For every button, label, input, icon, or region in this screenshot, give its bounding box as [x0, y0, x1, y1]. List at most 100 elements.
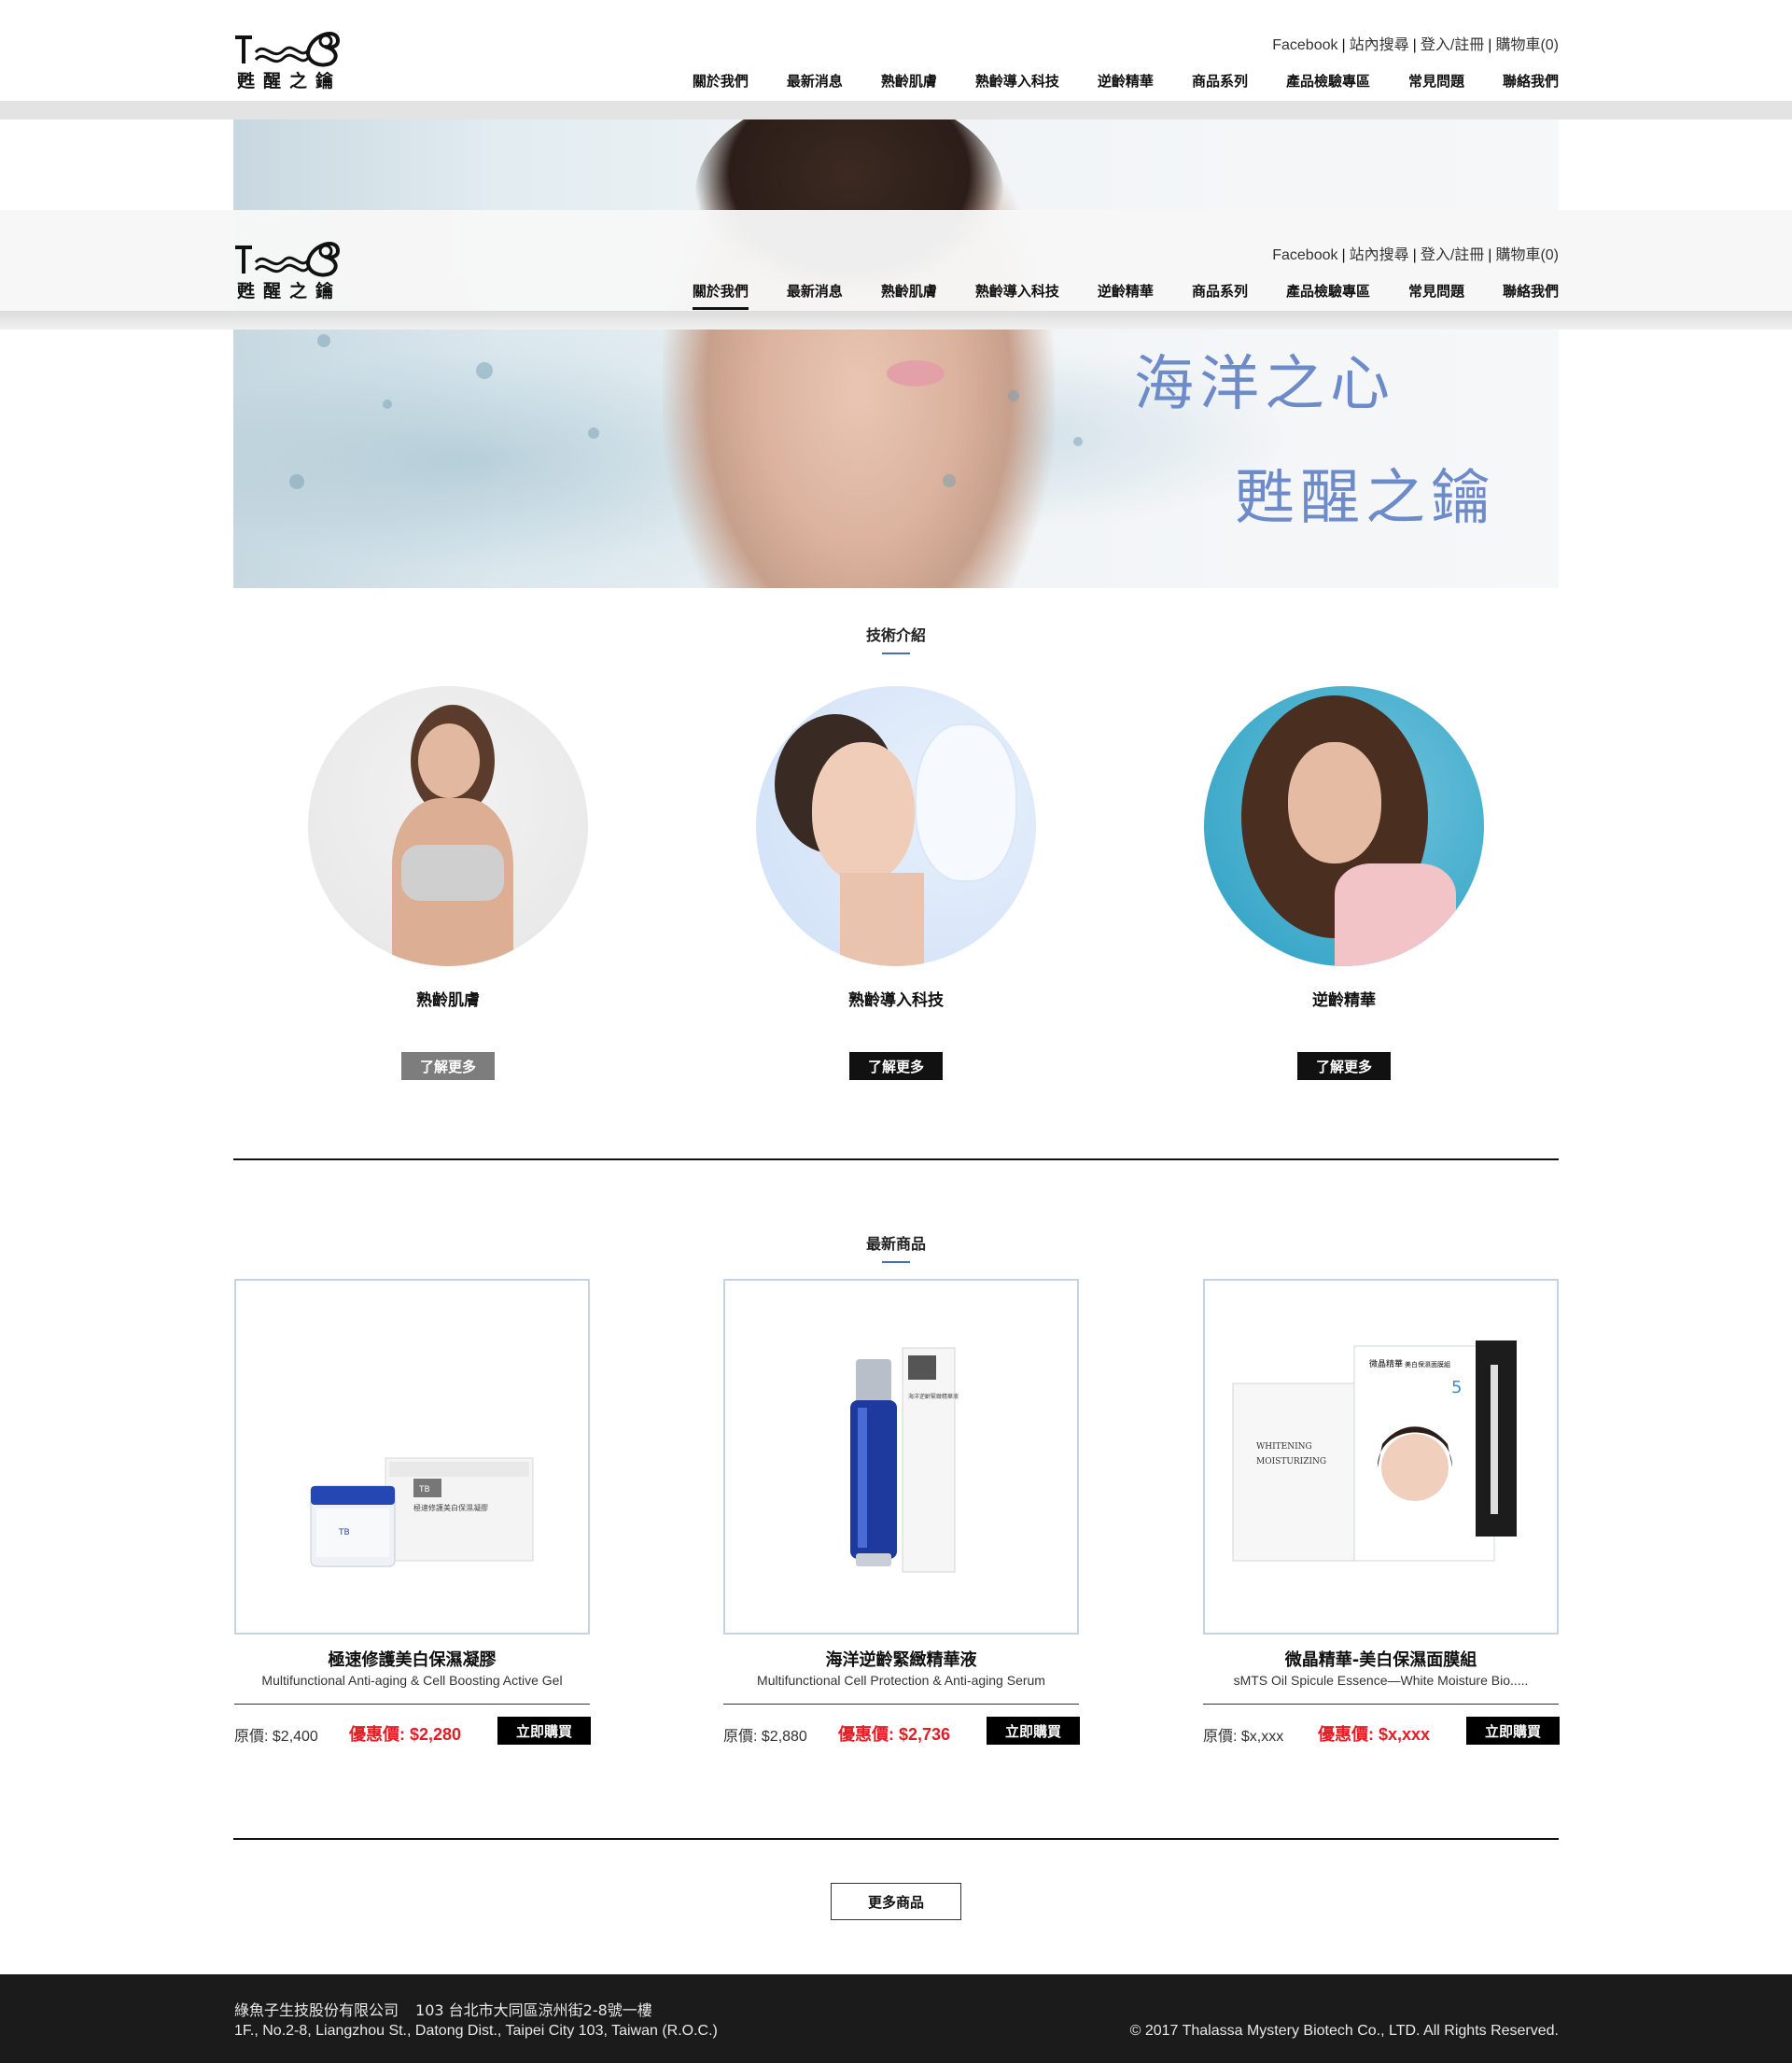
site-header: 甦醒之鑰 Facebook | 站內搜尋 | 登入/註冊 | 購物車(0) 關於我們 最新消… — [0, 0, 1792, 101]
brand-logo-text: 甦醒之鑰 — [237, 71, 343, 91]
tech-image-intro-tech[interactable] — [756, 686, 1036, 966]
nav-contact[interactable]: 聯絡我們 — [1503, 281, 1559, 310]
nav-about[interactable]: 關於我們 — [692, 281, 749, 310]
nav-essence[interactable]: 逆齡精華 — [1098, 281, 1154, 310]
section-divider — [233, 1158, 1559, 1160]
tech-card: 逆齡精華 了解更多 — [1204, 686, 1484, 1080]
nav-essence[interactable]: 逆齡精華 — [1098, 71, 1154, 100]
buy-now-button[interactable]: 立即購買 — [1466, 1717, 1560, 1745]
tech-card: 熟齡導入科技 了解更多 — [756, 686, 1036, 1080]
main-nav: 關於我們 最新消息 熟齡肌膚 熟齡導入科技 逆齡精華 商品系列 產品檢驗專區 常… — [654, 71, 1559, 100]
svg-text:海洋逆齡緊緻精華液: 海洋逆齡緊緻精華液 — [908, 1393, 959, 1400]
sale-price: 優惠價: $2,736 — [838, 1725, 951, 1744]
footer-address-zh: 103 台北市大同區涼州街2-8號一樓 — [415, 2001, 652, 2019]
buy-now-button[interactable]: 立即購買 — [497, 1717, 591, 1745]
product-image-mask-set[interactable]: WHITENING MOISTURIZING 微晶精華 美白保濕面膜組 5 — [1203, 1279, 1559, 1635]
facebook-link[interactable]: Facebook — [1272, 37, 1337, 53]
nav-tech[interactable]: 熟齡導入科技 — [975, 71, 1059, 100]
product-image-gel[interactable]: TB 極速修護美白保濕凝膠 TB — [234, 1279, 590, 1635]
nav-news[interactable]: 最新消息 — [787, 281, 843, 310]
site-footer: 綠魚子生技股份有限公司 103 台北市大同區涼州街2-8號一樓 1F., No.2… — [0, 1974, 1792, 2063]
sticky-header: 甦醒之鑰 Facebook | 站內搜尋 | 登入/註冊 | 購物車(0) 關於我們 最新消… — [0, 210, 1792, 311]
svg-text:美白保濕面膜組: 美白保濕面膜組 — [1405, 1360, 1450, 1368]
nav-tech[interactable]: 熟齡導入科技 — [975, 281, 1059, 310]
original-price: 原價: $2,400 — [234, 1729, 318, 1745]
hero-slogan-line1: 海洋之心 — [1134, 350, 1395, 419]
product-name-en: Multifunctional Cell Protection & Anti-a… — [757, 1673, 1045, 1688]
title-underline — [882, 1261, 910, 1263]
product-image-serum[interactable]: 海洋逆齡緊緻精華液 — [723, 1279, 1079, 1635]
site-search-link[interactable]: 站內搜尋 — [1350, 247, 1409, 263]
product-name[interactable]: 海洋逆齡緊緻精華液 — [723, 1647, 1079, 1671]
nav-inspection[interactable]: 產品檢驗專區 — [1286, 71, 1370, 100]
hero-banner: 海洋之心 甦醒之鑰 — [233, 119, 1559, 588]
nav-faq[interactable]: 常見問題 — [1408, 281, 1464, 310]
nav-products[interactable]: 商品系列 — [1192, 71, 1248, 100]
product-name-en: Multifunctional Anti-aging & Cell Boosti… — [261, 1673, 563, 1688]
original-price: 原價: $x,xxx — [1203, 1729, 1284, 1745]
tech-image-anti-aging[interactable] — [1204, 686, 1484, 966]
cart-link[interactable]: 購物車(0) — [1495, 247, 1559, 263]
water-drop — [317, 334, 330, 347]
tech-card: 熟齡肌膚 了解更多 — [308, 686, 588, 1080]
section-divider — [233, 1838, 1559, 1840]
water-drop — [289, 474, 304, 489]
svg-text:微晶精華: 微晶精華 — [1369, 1358, 1403, 1369]
product-card: TB 極速修護美白保濕凝膠 TB 極速修護美白保濕凝膠 Multifunctio… — [234, 1279, 594, 1746]
tech-label: 熟齡導入科技 — [848, 991, 944, 1010]
nav-inspection[interactable]: 產品檢驗專區 — [1286, 281, 1370, 310]
sale-price: 優惠價: $x,xxx — [1318, 1725, 1431, 1744]
water-drop — [943, 474, 956, 487]
nav-mature-skin[interactable]: 熟齡肌膚 — [881, 281, 937, 310]
svg-text:TB: TB — [338, 1528, 350, 1537]
product-name[interactable]: 微晶精華-美白保濕面膜組 — [1203, 1647, 1559, 1671]
water-drop — [588, 428, 599, 439]
tech-section-title-text: 技術介紹 — [865, 626, 926, 644]
svg-text:TB: TB — [418, 1485, 430, 1495]
svg-text:WHITENING: WHITENING — [1256, 1442, 1312, 1452]
footer-address-en: 1F., No.2-8, Liangzhou St., Datong Dist.… — [234, 2023, 718, 2039]
top-links: Facebook | 站內搜尋 | 登入/註冊 | 購物車(0) — [1272, 247, 1559, 263]
main-nav: 關於我們 最新消息 熟齡肌膚 熟齡導入科技 逆齡精華 商品系列 產品檢驗專區 常… — [654, 281, 1559, 310]
learn-more-button[interactable]: 了解更多 — [401, 1052, 495, 1080]
login-register-link[interactable]: 登入/註冊 — [1421, 247, 1484, 263]
header-shadow-bar — [0, 101, 1792, 119]
nav-mature-skin[interactable]: 熟齡肌膚 — [881, 71, 937, 100]
brand-logo[interactable]: 甦醒之鑰 — [233, 17, 345, 91]
svg-text:極速修護美白保濕凝膠: 極速修護美白保濕凝膠 — [413, 1503, 488, 1512]
tech-label: 熟齡肌膚 — [416, 991, 480, 1010]
top-links: Facebook | 站內搜尋 | 登入/註冊 | 購物車(0) — [1272, 37, 1559, 53]
nav-contact[interactable]: 聯絡我們 — [1503, 71, 1559, 100]
learn-more-button[interactable]: 了解更多 — [1297, 1052, 1391, 1080]
login-register-link[interactable]: 登入/註冊 — [1421, 37, 1484, 53]
header-shadow-bar — [0, 311, 1792, 330]
model-lips — [887, 360, 945, 386]
product-name[interactable]: 極速修護美白保濕凝膠 — [234, 1647, 590, 1671]
more-products-button[interactable]: 更多商品 — [831, 1883, 961, 1920]
footer-copyright: © 2017 Thalassa Mystery Biotech Co., LTD… — [1129, 2023, 1559, 2039]
water-drop — [1008, 390, 1019, 401]
product-card: 海洋逆齡緊緻精華液 海洋逆齡緊緻精華液 Multifunctional Cell… — [723, 1279, 1083, 1746]
products-section-title-text: 最新商品 — [865, 1235, 926, 1253]
sale-price: 優惠價: $2,280 — [349, 1725, 462, 1744]
footer-company: 綠魚子生技股份有限公司 — [234, 2001, 399, 2019]
brand-logo[interactable]: 甦醒之鑰 — [233, 227, 345, 302]
facebook-link[interactable]: Facebook — [1272, 247, 1337, 263]
svg-text:5: 5 — [1451, 1378, 1462, 1397]
product-rule — [234, 1704, 590, 1705]
nav-faq[interactable]: 常見問題 — [1408, 71, 1464, 100]
nav-news[interactable]: 最新消息 — [787, 71, 843, 100]
product-card: WHITENING MOISTURIZING 微晶精華 美白保濕面膜組 5 微晶… — [1203, 1279, 1562, 1746]
brand-logo-text: 甦醒之鑰 — [237, 281, 343, 302]
site-search-link[interactable]: 站內搜尋 — [1350, 37, 1409, 53]
tech-label: 逆齡精華 — [1312, 991, 1376, 1010]
footer-company-line: 綠魚子生技股份有限公司 103 台北市大同區涼州街2-8號一樓 — [234, 1998, 652, 2020]
tech-image-mature-skin[interactable] — [308, 686, 588, 966]
learn-more-button[interactable]: 了解更多 — [849, 1052, 943, 1080]
cart-link[interactable]: 購物車(0) — [1495, 37, 1559, 53]
nav-about[interactable]: 關於我們 — [693, 71, 749, 100]
water-drop — [476, 362, 493, 379]
nav-products[interactable]: 商品系列 — [1192, 281, 1248, 310]
original-price: 原價: $2,880 — [723, 1729, 807, 1745]
buy-now-button[interactable]: 立即購買 — [987, 1717, 1080, 1745]
